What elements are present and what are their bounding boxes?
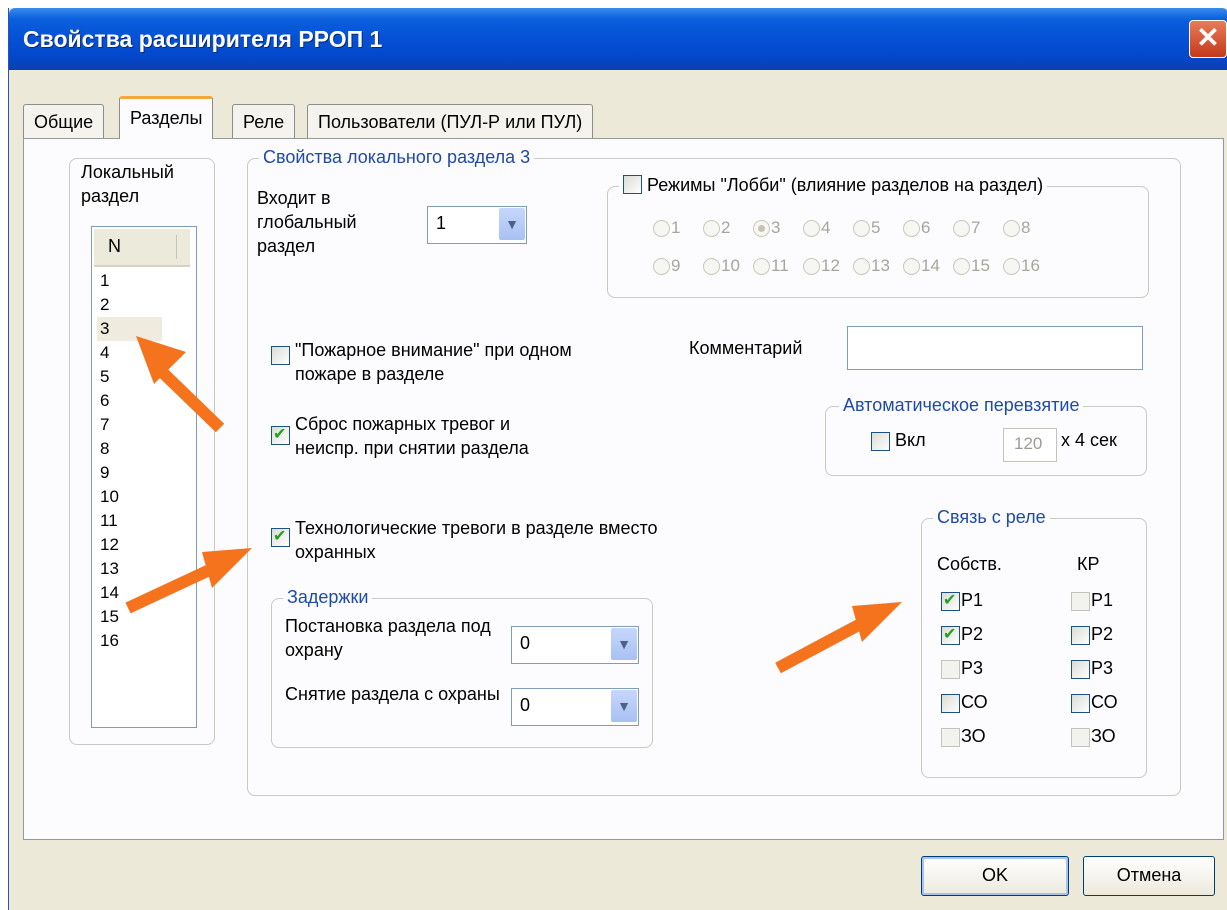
annotation-arrow-icon	[775, 602, 902, 674]
tab-partitions[interactable]: Разделы	[119, 96, 214, 139]
annotation-arrow-icon	[125, 548, 252, 614]
annotation-arrow-icon	[136, 336, 225, 433]
